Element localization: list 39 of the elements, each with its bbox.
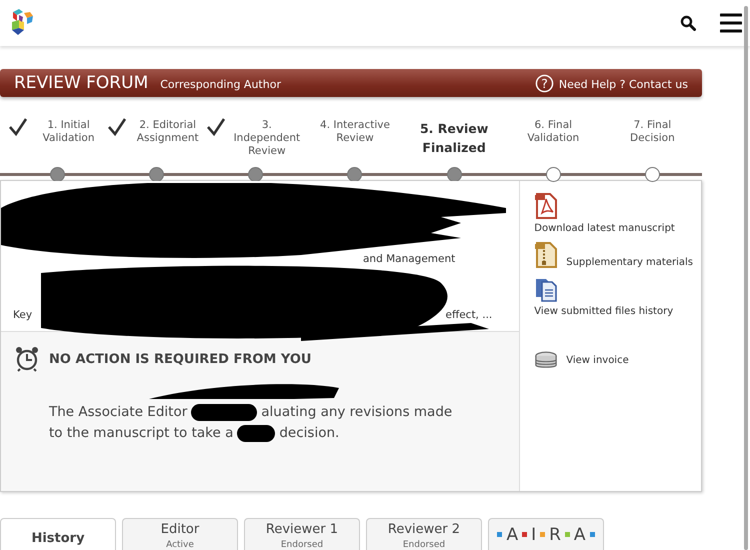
status-text: aluating any revisions made xyxy=(261,403,452,422)
status-text: decision. xyxy=(279,424,340,443)
tab[interactable]: Reviewer 1 Endorsed xyxy=(244,518,360,550)
step-label: 7. Final Decision xyxy=(629,118,676,145)
coins-icon[interactable] xyxy=(534,351,558,370)
step-label: 2. Editorial Assignment xyxy=(136,118,200,145)
step-label: 1. Initial Validation xyxy=(42,118,96,145)
menu-icon[interactable] xyxy=(720,13,742,33)
status-text: The Associate Editor xyxy=(49,403,188,422)
redaction-scribble xyxy=(237,425,276,442)
tab[interactable]: Editor Active xyxy=(122,518,238,550)
article-text: and Management xyxy=(363,253,456,265)
status-title: NO ACTION IS REQUIRED FROM YOU xyxy=(49,352,312,366)
tab[interactable]: Reviewer 2 Endorsed xyxy=(366,518,482,550)
help-link[interactable]: Need Help ? Contact us xyxy=(558,78,688,91)
keywords-text: effect, ... xyxy=(446,309,492,321)
action-link[interactable]: View invoice xyxy=(566,355,629,366)
redaction-scribble xyxy=(191,404,258,421)
keywords-label: Key xyxy=(13,309,32,321)
forum-title: REVIEW FORUM xyxy=(14,73,148,93)
alarm-clock-icon xyxy=(15,346,39,372)
tab[interactable]: History xyxy=(0,518,116,550)
action-link[interactable]: Download latest manuscript xyxy=(534,223,675,234)
step-label: 3. Independent Review xyxy=(232,118,302,158)
documents-icon[interactable] xyxy=(534,276,558,302)
action-link[interactable]: View submitted files history xyxy=(534,306,674,317)
step-label: 6. Final Validation xyxy=(526,118,580,145)
step-label: 4. Interactive Review xyxy=(319,118,391,145)
action-link[interactable]: Supplementary materials xyxy=(566,257,693,268)
step-label: 5. Review Finalized xyxy=(418,120,490,157)
search-icon[interactable] xyxy=(680,15,696,31)
role-label: Corresponding Author xyxy=(160,78,281,91)
pdf-file-icon[interactable] xyxy=(534,193,558,219)
help-icon[interactable]: ? xyxy=(534,74,554,92)
aira-tab[interactable]: A I R A xyxy=(488,518,604,550)
scrollbar[interactable] xyxy=(744,6,748,550)
cube-logo-icon[interactable] xyxy=(10,8,36,38)
status-text: to the manuscript to take a xyxy=(49,424,234,443)
zip-file-icon[interactable] xyxy=(534,242,558,268)
